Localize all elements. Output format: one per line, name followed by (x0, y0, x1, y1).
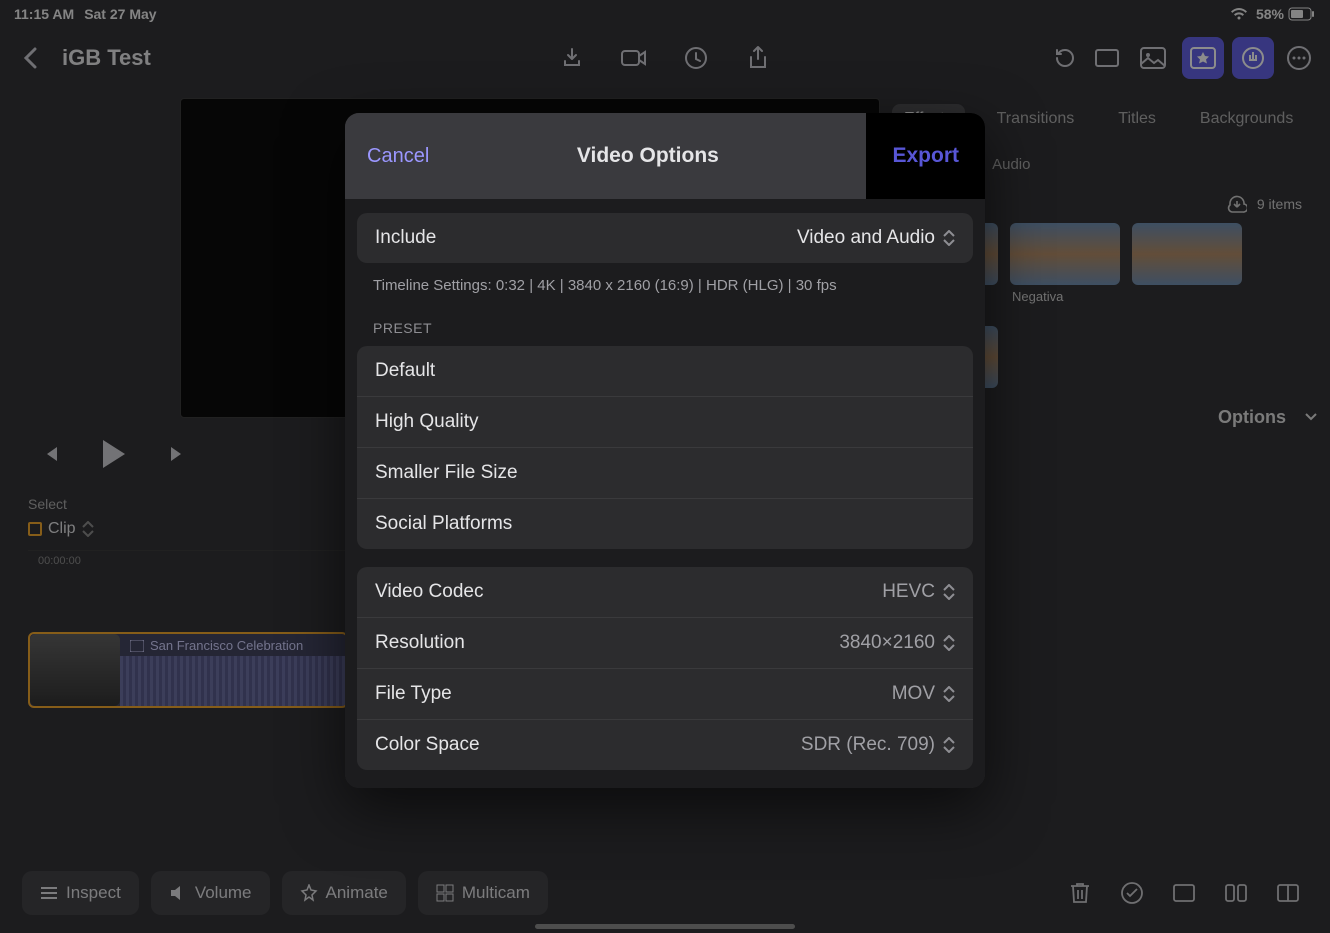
file-type-row[interactable]: File Type MOV (357, 668, 973, 719)
color-space-row[interactable]: Color Space SDR (Rec. 709) (357, 719, 973, 770)
chevron-updown-icon (943, 635, 955, 651)
chevron-updown-icon (943, 686, 955, 702)
export-button[interactable]: Export (866, 113, 985, 199)
modal-title: Video Options (577, 144, 719, 168)
include-value: Video and Audio (797, 227, 935, 249)
preset-smaller-file-size[interactable]: Smaller File Size (357, 447, 973, 498)
cancel-button[interactable]: Cancel (367, 145, 429, 168)
preset-default[interactable]: Default (357, 346, 973, 396)
video-codec-row[interactable]: Video Codec HEVC (357, 567, 973, 617)
chevron-updown-icon (943, 737, 955, 753)
video-options-modal: Cancel Video Options Export Include Vide… (345, 113, 985, 788)
preset-high-quality[interactable]: High Quality (357, 396, 973, 447)
include-row[interactable]: Include Video and Audio (357, 213, 973, 263)
chevron-updown-icon (943, 230, 955, 246)
timeline-settings-text: Timeline Settings: 0:32 | 4K | 3840 x 21… (357, 263, 973, 298)
preset-social-platforms[interactable]: Social Platforms (357, 498, 973, 549)
include-label: Include (375, 227, 436, 249)
preset-section-label: PRESET (357, 298, 973, 346)
chevron-updown-icon (943, 584, 955, 600)
resolution-row[interactable]: Resolution 3840×2160 (357, 617, 973, 668)
